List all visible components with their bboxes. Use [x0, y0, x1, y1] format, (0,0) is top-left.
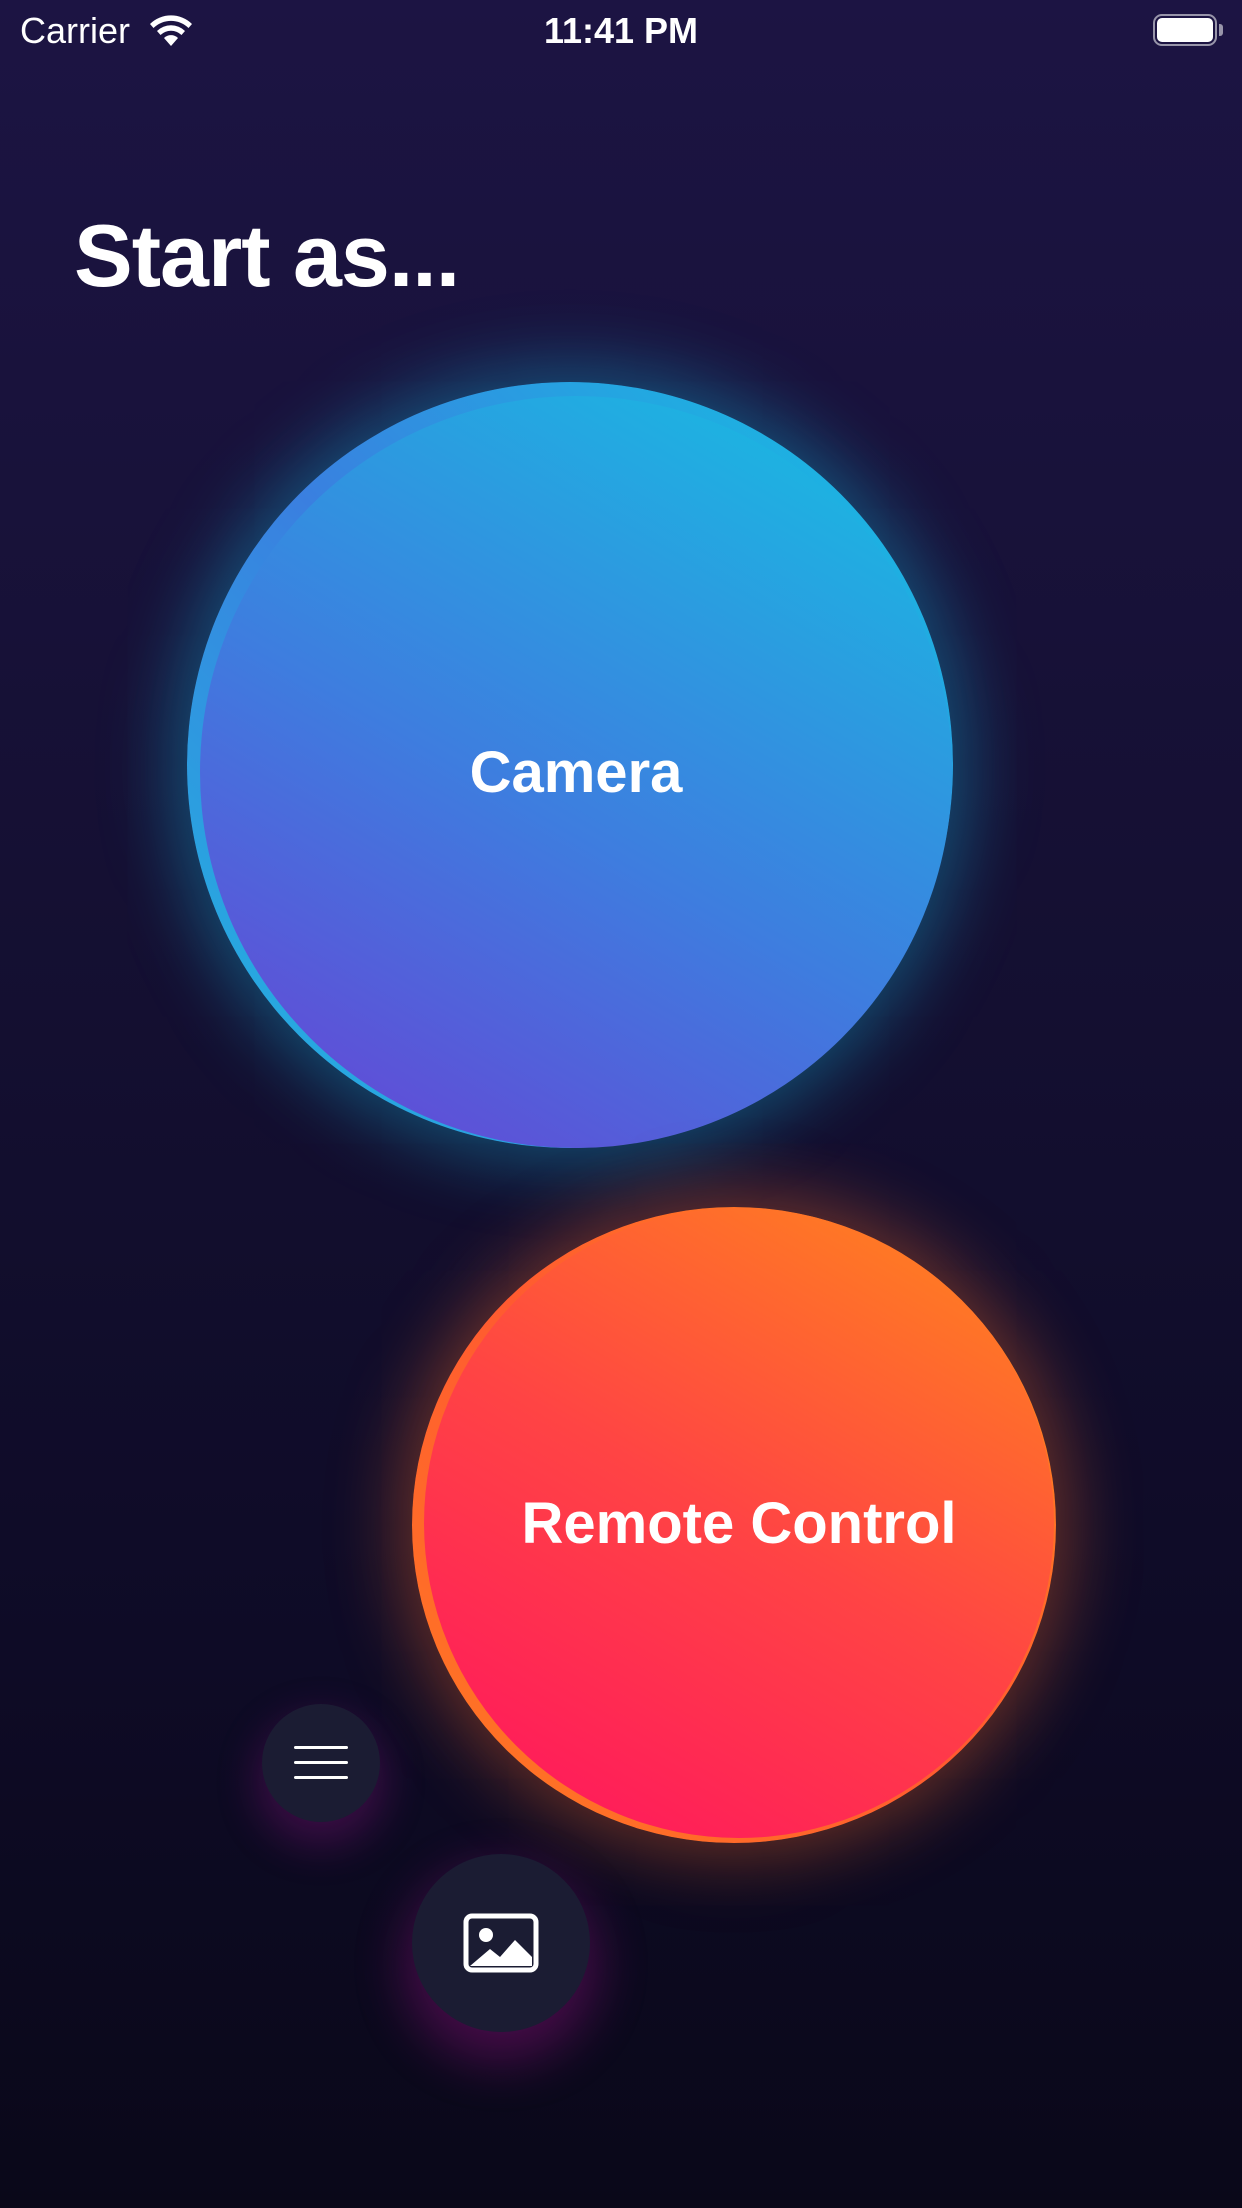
menu-button[interactable]	[262, 1704, 380, 1822]
camera-role-label: Camera	[469, 739, 683, 805]
status-time: 11:41 PM	[543, 10, 699, 51]
image-icon	[463, 1913, 539, 1973]
gallery-button[interactable]	[412, 1854, 590, 2032]
battery-full-icon	[1153, 14, 1227, 48]
page-title: Start as...	[74, 206, 460, 305]
remote-control-role-label: Remote Control	[521, 1490, 957, 1556]
remote-control-role-button[interactable]: Remote Control	[424, 1208, 1054, 1838]
hamburger-menu-icon	[294, 1746, 348, 1779]
status-bar: Carrier 11:41 PM	[0, 0, 1242, 62]
camera-role-button[interactable]: Camera	[200, 396, 952, 1148]
app-screen: Carrier 11:41 PM Start as... Camera Remo…	[0, 0, 1242, 2208]
